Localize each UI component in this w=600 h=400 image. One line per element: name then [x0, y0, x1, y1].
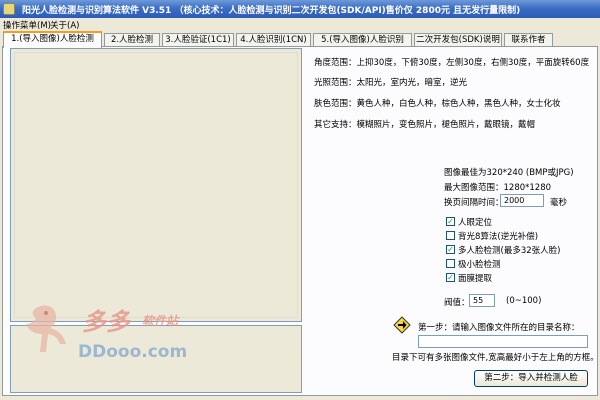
option-label: 背光8算法(逆光补偿): [458, 232, 539, 242]
param-max-size: 最大图像范围：1280*1280: [444, 183, 552, 193]
checkbox-multi-face[interactable]: ✓: [446, 245, 455, 254]
tab-import-identify[interactable]: 5.(导入图像)人脸识别: [313, 33, 412, 47]
directory-input[interactable]: [418, 335, 588, 348]
checkbox-mask-extract[interactable]: ✓: [446, 273, 455, 282]
menu-bar: 操作菜单(M) 关于(A): [0, 18, 600, 31]
watermark-url: DDooo.com: [78, 342, 188, 362]
checkbox-tiny-face[interactable]: [446, 259, 455, 268]
param-interval-label: 换页间隔时间：: [444, 198, 504, 208]
horse-logo-icon: [26, 305, 66, 352]
option-label: 人眼定位: [458, 218, 493, 228]
checkbox-eye-locate[interactable]: ✓: [446, 217, 455, 226]
interval-input[interactable]: 2000: [500, 194, 544, 207]
threshold-range: (0~100): [506, 296, 542, 306]
title-bar: 阳光人脸检测与识别算法软件 V3.51 （核心技术：人脸检测与识别二次开发包(S…: [0, 0, 600, 18]
menu-about[interactable]: 关于(A): [50, 19, 79, 31]
param-interval-unit: 毫秒: [550, 198, 568, 208]
tab-identify[interactable]: 4.人脸识别(1CN): [236, 33, 311, 47]
step1-label: 第一步：请输入图像文件所在的目录名称：: [418, 323, 580, 333]
tab-import-detect[interactable]: 1.(导入图像)人脸检测: [3, 31, 102, 48]
tab-sdk[interactable]: 二次开发包(SDK)说明: [414, 33, 502, 47]
app-icon: [3, 3, 15, 15]
watermark-brand: 多多: [82, 307, 130, 336]
option-label: 面膜提取: [458, 274, 493, 284]
hint-text: 目录下可有多张图像文件,宽高最好小于左上角的方框。: [392, 353, 599, 363]
param-best-size: 图像最佳为320*240 (BMP或JPG): [444, 168, 574, 178]
checkbox-backlight[interactable]: [446, 231, 455, 240]
threshold-label: 阀值：: [444, 298, 470, 308]
image-preview-box: [10, 48, 302, 322]
step-arrow-icon: [393, 316, 411, 334]
option-label: 极小脸检测: [458, 260, 501, 270]
tab-verify[interactable]: 3.人脸验证(1C1): [162, 33, 234, 47]
tab-contact[interactable]: 联系作者: [504, 33, 553, 47]
info-lighting: 光照范围：太阳光，室内光，暗室，逆光: [314, 78, 468, 88]
image-preview-frame: [14, 52, 298, 318]
watermark-brand-sub: 软件站: [142, 314, 179, 328]
tab-strip: 1.(导入图像)人脸检测 2.人脸检测 3.人脸验证(1C1) 4.人脸识别(1…: [2, 31, 598, 48]
tab-detect[interactable]: 2.人脸检测: [104, 33, 160, 47]
menu-operations[interactable]: 操作菜单(M): [3, 19, 51, 31]
option-label: 多人脸检测(最多32张人脸): [458, 246, 561, 256]
info-angle: 角度范围：上抑30度，下俯30度，左侧30度，右侧30度，平面旋转60度: [314, 58, 590, 68]
watermark: 多多 软件站 DDooo.com: [20, 300, 220, 370]
threshold-input[interactable]: 55: [469, 294, 495, 307]
info-other: 其它支持：模糊照片，变色照片，褪色照片，戴眼镜，戴帽: [314, 120, 536, 130]
info-skin: 肤色范围：黄色人种，白色人种，棕色人种，黑色人种，女士化妆: [314, 99, 561, 109]
window-title: 阳光人脸检测与识别算法软件 V3.51 （核心技术：人脸检测与识别二次开发包(S…: [22, 6, 521, 16]
import-detect-button[interactable]: 第二步：导入并检测人脸: [474, 370, 588, 387]
